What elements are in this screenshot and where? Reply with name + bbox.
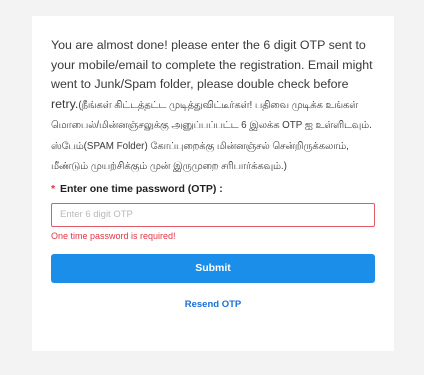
instruction-text: You are almost done! please enter the 6 … — [51, 36, 375, 177]
otp-error-message: One time password is required! — [51, 230, 176, 241]
required-marker: * — [51, 182, 56, 195]
submit-button[interactable]: Submit — [51, 253, 375, 283]
instruction-tamil: (நீங்கள் கிட்டத்தட்ட முடித்துவிட்டீர்கள்… — [51, 99, 372, 173]
resend-otp-link[interactable]: Resend OTP — [51, 299, 375, 310]
otp-input[interactable] — [51, 202, 375, 227]
otp-label-text: Enter one time password (OTP) : — [60, 182, 223, 195]
otp-field-label: * Enter one time password (OTP) : — [51, 181, 375, 197]
otp-verification-card: You are almost done! please enter the 6 … — [32, 16, 394, 351]
